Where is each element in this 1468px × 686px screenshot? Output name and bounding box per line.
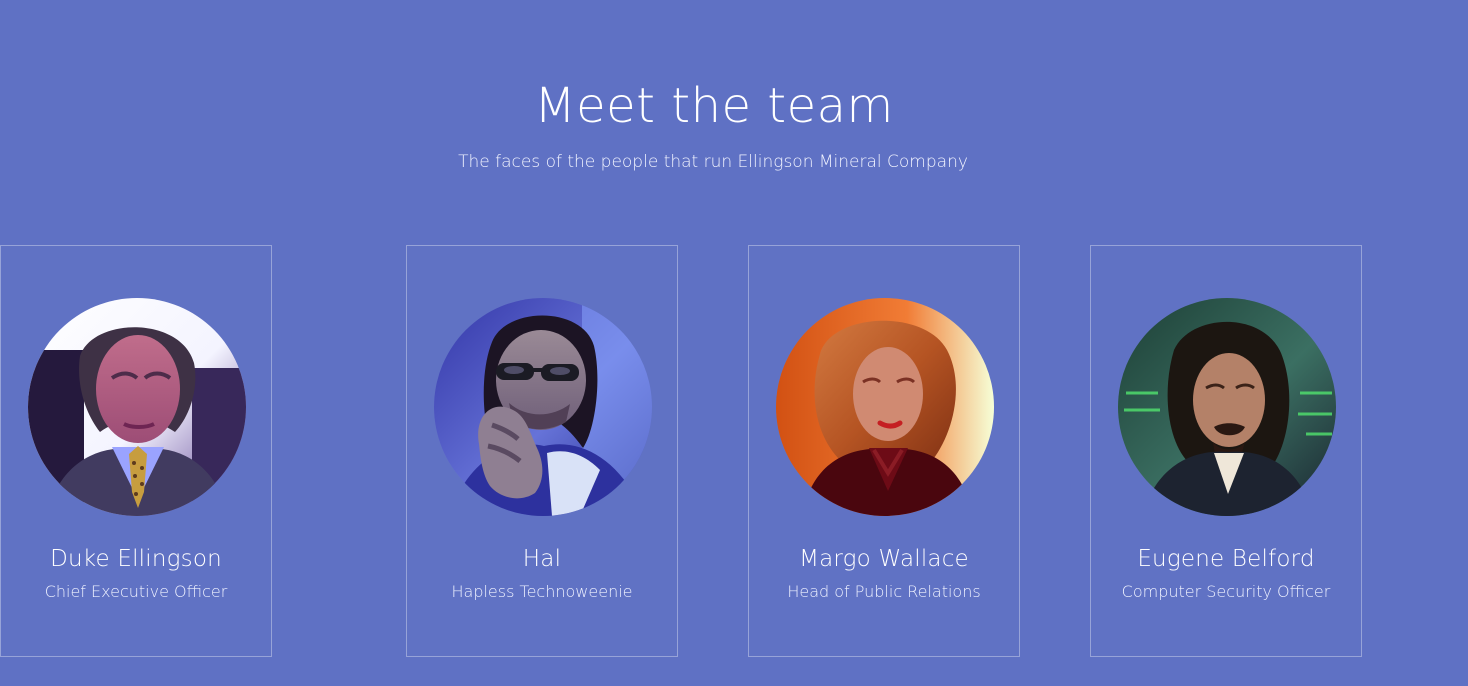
member-name: Margo Wallace <box>799 546 969 572</box>
person-photo-icon <box>434 298 652 516</box>
avatar <box>434 298 652 516</box>
person-photo-icon <box>1118 298 1336 516</box>
page-title: Meet the team <box>534 78 894 134</box>
person-photo-icon <box>28 298 246 516</box>
member-role: Chief Executive Officer <box>44 582 228 601</box>
team-card-eugene-belford: Eugene Belford Computer Security Officer <box>1090 245 1362 657</box>
avatar <box>28 298 246 516</box>
member-role: Head of Public Relations <box>787 582 981 601</box>
member-name: Eugene Belford <box>1137 546 1315 572</box>
avatar <box>1118 298 1336 516</box>
member-role: Computer Security Officer <box>1121 582 1331 601</box>
team-card-margo-wallace: Margo Wallace Head of Public Relations <box>748 245 1020 657</box>
team-card-duke-ellingson: Duke Ellingson Chief Executive Officer <box>0 245 272 657</box>
member-name: Duke Ellingson <box>50 546 222 572</box>
avatar <box>776 298 994 516</box>
team-card-hal: Hal Hapless Technoweenie <box>406 245 678 657</box>
team-section: Meet the team The faces of the people th… <box>0 0 1468 686</box>
person-photo-icon <box>776 298 994 516</box>
page-subtitle: The faces of the people that run Ellings… <box>458 152 968 172</box>
member-name: Hal <box>522 546 562 572</box>
member-role: Hapless Technoweenie <box>451 582 633 601</box>
